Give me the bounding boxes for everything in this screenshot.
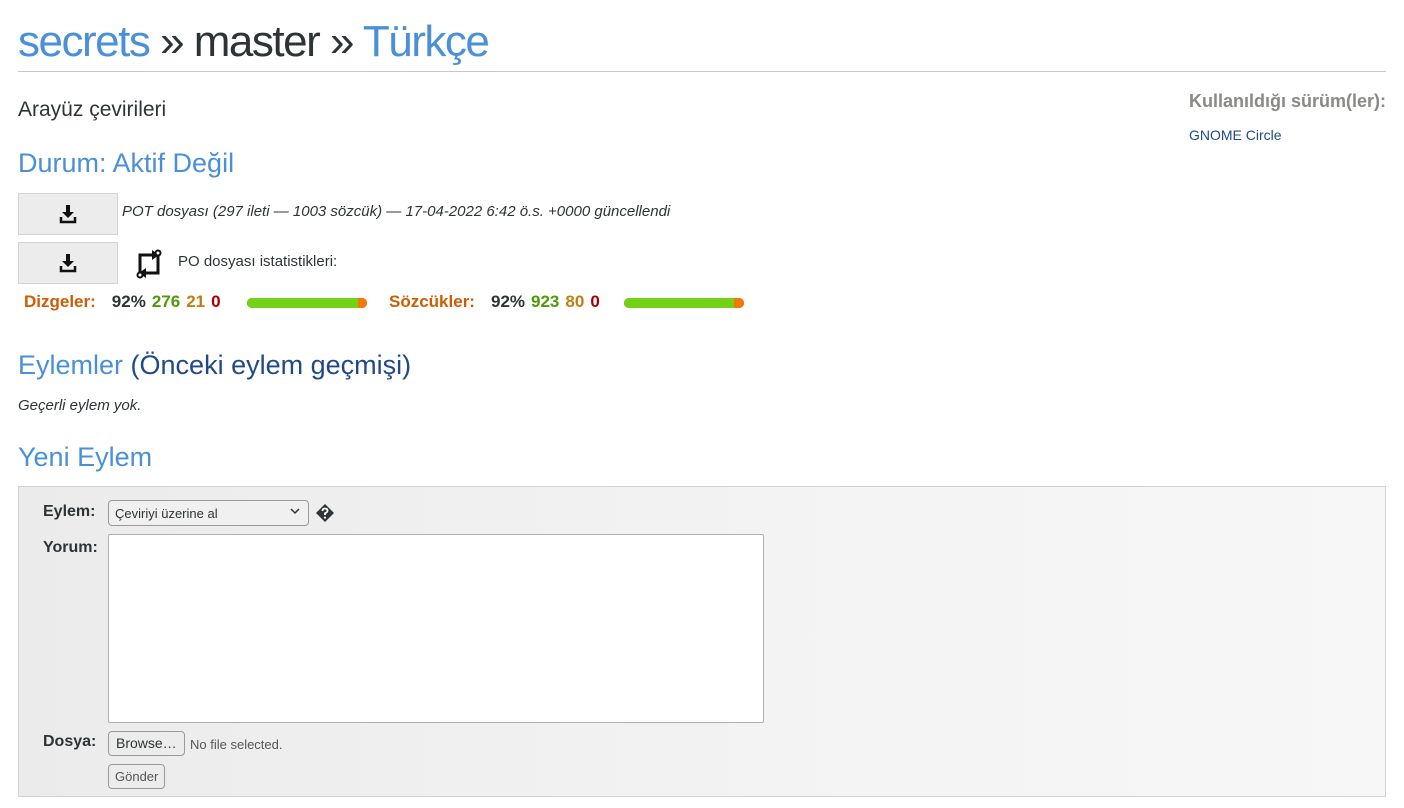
action-select[interactable]: Çeviriyi üzerine al bbox=[108, 500, 309, 526]
words-translated-fill bbox=[624, 298, 735, 308]
strings-fuzzy-fill bbox=[358, 298, 367, 308]
no-file-selected-text: No file selected. bbox=[190, 737, 283, 752]
po-stats-label: PO dosyası istatistikleri: bbox=[178, 253, 338, 270]
words-fuzzy-fill bbox=[734, 298, 744, 308]
strings-translated-fill bbox=[247, 298, 359, 308]
release-list-title: Kullanıldığı sürüm(ler): bbox=[1189, 91, 1387, 111]
breadcrumb: secrets » master » Türkçe bbox=[18, 14, 490, 70]
comment-label: Yorum: bbox=[43, 539, 98, 556]
status-heading: Durum: Aktif Değil bbox=[18, 148, 235, 178]
new-action-heading: Yeni Eylem bbox=[18, 442, 153, 472]
download-po-button[interactable] bbox=[18, 242, 118, 284]
strings-percent: 92% bbox=[111, 292, 146, 311]
words-fuzzy: 80 bbox=[565, 292, 585, 311]
pot-file-info: POT dosyası (297 ileti — 1003 sözcük) — … bbox=[122, 203, 671, 220]
download-icon bbox=[59, 205, 77, 224]
strings-translated: 276 bbox=[151, 292, 181, 311]
help-icon[interactable] bbox=[315, 503, 335, 523]
breadcrumb-language-link[interactable]: Türkçe bbox=[363, 17, 490, 66]
action-history-link[interactable]: (Önceki eylem geçmişi) bbox=[131, 350, 412, 380]
download-icon bbox=[59, 254, 77, 273]
action-label: Eylem: bbox=[43, 503, 96, 520]
browse-button[interactable]: Browse… bbox=[108, 731, 185, 756]
words-stats: Sözcükler: 92% 923 80 0 bbox=[389, 292, 600, 312]
chevron-down-icon bbox=[290, 508, 300, 515]
sync-icon[interactable] bbox=[134, 249, 164, 279]
download-pot-button[interactable] bbox=[18, 193, 118, 235]
words-percent: 92% bbox=[490, 292, 526, 311]
comment-textarea[interactable] bbox=[108, 534, 764, 723]
strings-untranslated: 0 bbox=[211, 292, 221, 311]
breadcrumb-separator: » bbox=[160, 17, 184, 66]
words-progress-bar bbox=[624, 298, 744, 308]
strings-stats: Dizgeler: 92% 276 21 0 bbox=[24, 292, 221, 312]
strings-label: Dizgeler: bbox=[24, 292, 96, 311]
actions-title: Eylemler bbox=[18, 350, 124, 380]
action-select-value: Çeviriyi üzerine al bbox=[115, 506, 218, 521]
no-actions-text: Geçerli eylem yok. bbox=[18, 397, 142, 414]
actions-heading: Eylemler (Önceki eylem geçmişi) bbox=[18, 350, 411, 381]
release-link[interactable]: GNOME Circle bbox=[1189, 127, 1282, 143]
breadcrumb-branch: master bbox=[193, 17, 321, 66]
domain-title: Arayüz çevirileri bbox=[18, 98, 167, 121]
strings-progress-bar bbox=[247, 298, 367, 308]
new-action-form: Eylem: Çeviriyi üzerine al Yorum: Dosya:… bbox=[18, 486, 1386, 797]
breadcrumb-separator: » bbox=[330, 17, 354, 66]
submit-button[interactable]: Gönder bbox=[108, 764, 166, 789]
words-translated: 923 bbox=[531, 292, 560, 311]
breadcrumb-module-link[interactable]: secrets bbox=[18, 17, 151, 66]
file-label: Dosya: bbox=[43, 733, 97, 750]
strings-fuzzy: 21 bbox=[186, 292, 206, 311]
header-divider bbox=[18, 71, 1386, 72]
words-label: Sözcükler: bbox=[389, 292, 475, 311]
words-untranslated: 0 bbox=[590, 292, 600, 311]
